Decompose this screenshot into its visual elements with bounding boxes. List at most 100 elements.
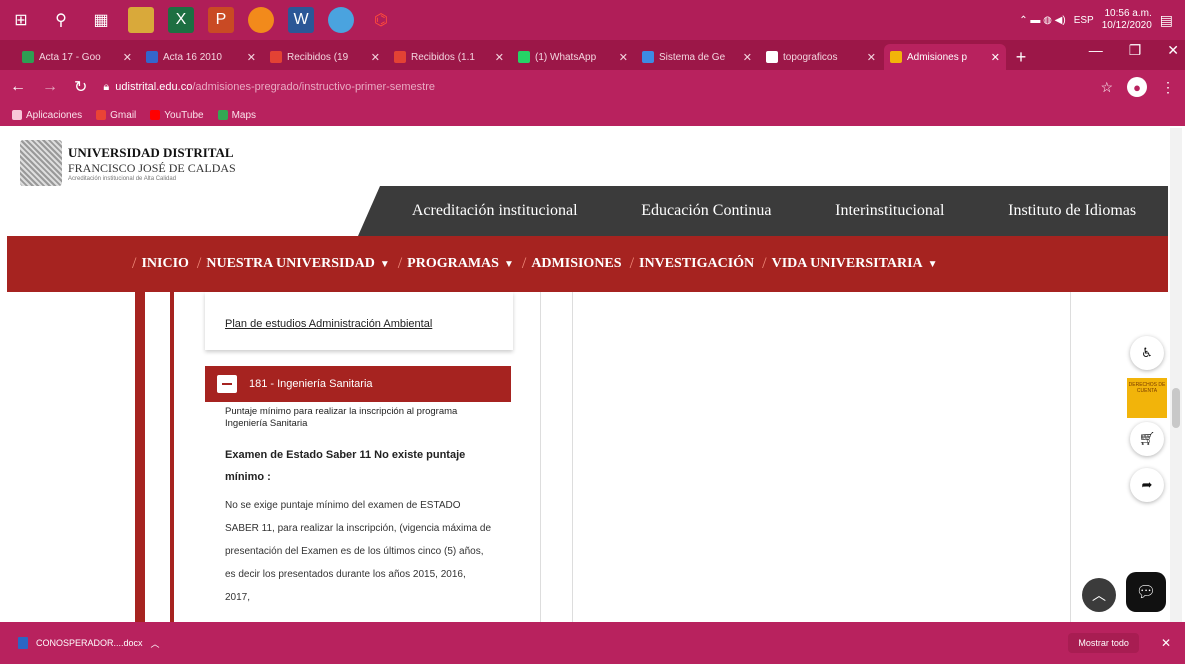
clock[interactable]: 10:56 a.m. 10/12/2020 [1102, 8, 1152, 32]
accordion-title: 181 - Ingeniería Sanitaria [249, 378, 373, 390]
browser-tab[interactable]: (1) WhatsApp ✕ [512, 44, 634, 70]
tab-close-icon[interactable]: ✕ [123, 51, 132, 64]
tray-icons[interactable]: ⌃ ▬ ◍ ◀) [1019, 15, 1065, 26]
tab-favicon-icon [890, 51, 902, 63]
bookmark-icon [96, 110, 107, 120]
tab-close-icon[interactable]: ✕ [495, 51, 504, 64]
bookmark-item[interactable]: Gmail [96, 110, 136, 121]
tab-close-icon[interactable]: ✕ [991, 51, 1000, 64]
browser-tab[interactable]: topograficos ✕ [760, 44, 882, 70]
logo-line-3: Acreditación institucional de Alta Calid… [68, 175, 177, 182]
search-icon[interactable]: ⚲ [48, 7, 74, 33]
mainnav-label: INICIO [141, 256, 189, 271]
browser-tab[interactable]: Recibidos (19 ✕ [264, 44, 386, 70]
accordion-text: No se exige puntaje mínimo del examen de… [225, 500, 492, 603]
nav-separator: / [521, 255, 527, 272]
nav-separator: / [397, 255, 403, 272]
study-plan-link[interactable]: Plan de estudios Administración Ambienta… [225, 318, 432, 330]
browser-tab[interactable]: Sistema de Ge ✕ [636, 44, 758, 70]
logo-line-2: FRANCISCO JOSÉ DE CALDAS [68, 160, 236, 175]
scrollbar-thumb[interactable] [1172, 388, 1180, 428]
caret-down-icon: ▼ [379, 258, 390, 270]
cart-icon[interactable]: 🛒︎ [1130, 422, 1164, 456]
tab-close-icon[interactable]: ✕ [743, 51, 752, 64]
windows-start-icon[interactable]: ⊞ [8, 7, 34, 33]
browser-tab[interactable]: Recibidos (1.1 ✕ [388, 44, 510, 70]
collapse-icon[interactable] [217, 375, 237, 393]
scroll-up-icon[interactable]: ︿ [1082, 578, 1116, 612]
topnav-link[interactable]: Acreditación institucional [412, 202, 578, 220]
minimize-icon[interactable]: — [1089, 42, 1103, 59]
powerpoint-icon[interactable]: P [208, 7, 234, 33]
notification-icon[interactable]: ▤ [1160, 12, 1173, 29]
mainnav-label: INVESTIGACIÓN [639, 256, 755, 271]
share-icon[interactable]: ➦ [1130, 468, 1164, 502]
column-divider [540, 292, 541, 622]
back-icon[interactable]: ← [10, 78, 26, 96]
tab-close-icon[interactable]: ✕ [247, 51, 256, 64]
bookmark-icon [12, 110, 22, 120]
browser-tab[interactable]: Admisiones p ✕ [884, 44, 1006, 70]
browser-tab[interactable]: Acta 16 2010 ✕ [140, 44, 262, 70]
accessibility-icon[interactable]: ♿︎ [1130, 336, 1164, 370]
timeline-bar [135, 292, 145, 622]
mainnav-item[interactable]: / INVESTIGACIÓN [630, 255, 755, 273]
word-icon[interactable]: W [288, 7, 314, 33]
mainnav-item[interactable]: / VIDA UNIVERSITARIA ▼ [762, 255, 937, 273]
close-download-bar-icon[interactable]: ✕ [1161, 636, 1171, 650]
mainnav-item[interactable]: / ADMISIONES [522, 255, 622, 273]
topnav-link[interactable]: Educación Continua [641, 202, 771, 220]
forward-icon[interactable]: → [42, 78, 58, 96]
university-logo[interactable]: UNIVERSIDAD DISTRITAL FRANCISCO JOSÉ DE … [20, 140, 236, 186]
mainnav-label: ADMISIONES [531, 256, 622, 271]
bookmark-label: YouTube [164, 109, 204, 121]
bookmark-label: Gmail [110, 109, 137, 121]
web-page: UNIVERSIDAD DISTRITAL FRANCISCO JOSÉ DE … [0, 126, 1185, 622]
chevron-up-icon[interactable]: ︿ [151, 637, 160, 650]
new-tab-button[interactable]: + [1008, 44, 1034, 70]
topnav-link[interactable]: Interinstitucional [835, 202, 944, 220]
mainnav-item[interactable]: / INICIO [132, 255, 189, 273]
chrome-icon[interactable] [328, 7, 354, 33]
show-all-button[interactable]: Mostrar todo [1068, 633, 1139, 653]
firefox-icon[interactable] [248, 7, 274, 33]
mainnav-item[interactable]: / PROGRAMAS ▼ [398, 255, 514, 273]
profile-avatar[interactable]: ● [1127, 77, 1147, 97]
bookmark-item[interactable]: Maps [217, 109, 257, 121]
tab-close-icon[interactable]: ✕ [619, 51, 628, 64]
bookmark-star-icon[interactable]: ☆ [1100, 79, 1113, 96]
bookmark-item[interactable]: YouTube [150, 109, 204, 121]
accordion-body: Puntaje mínimo para realizar la inscripc… [205, 402, 511, 622]
lock-icon: 🔒︎ [103, 80, 110, 93]
browser-tab[interactable]: Acta 17 - Goo ✕ [16, 44, 138, 70]
accordion-intro: Puntaje mínimo para realizar la inscripc… [225, 406, 458, 429]
menu-icon[interactable]: ⋮ [1161, 79, 1175, 96]
topnav-link[interactable]: Instituto de Idiomas [1008, 202, 1136, 220]
chat-icon[interactable]: 💬︎ [1126, 572, 1166, 612]
task-view-icon[interactable]: ▦ [88, 7, 114, 33]
reload-icon[interactable]: ↻ [74, 77, 87, 97]
mainnav-item[interactable]: / NUESTRA UNIVERSIDAD ▼ [197, 255, 390, 273]
promo-badge[interactable]: DERECHOS DE CUENTA [1127, 378, 1167, 418]
file-explorer-icon[interactable] [128, 7, 154, 33]
tab-title: Admisiones p [907, 51, 968, 63]
url-bar[interactable]: 🔒︎ udistrital.edu.co/admisiones-pregrado… [103, 81, 1084, 94]
tab-favicon-icon [270, 51, 282, 63]
accordion-header[interactable]: 181 - Ingeniería Sanitaria [205, 366, 511, 402]
excel-icon[interactable]: X [168, 7, 194, 33]
bookmark-item[interactable]: Aplicaciones [12, 110, 82, 121]
download-filename: CONOSPERADOR....docx [36, 638, 143, 648]
download-item[interactable]: CONOSPERADOR....docx ︿ [18, 637, 160, 650]
bookmark-label: Maps [231, 109, 257, 121]
close-window-icon[interactable]: ✕ [1167, 42, 1179, 59]
page-scrollbar[interactable] [1170, 128, 1182, 622]
top-navigation: Acreditación institucional Educación Cont… [358, 186, 1168, 236]
tab-favicon-icon [394, 51, 406, 63]
tab-close-icon[interactable]: ✕ [867, 51, 876, 64]
acrobat-icon[interactable]: ⌬ [368, 7, 394, 33]
maximize-icon[interactable]: ❐ [1129, 42, 1142, 59]
tab-close-icon[interactable]: ✕ [371, 51, 380, 64]
nav-separator: / [629, 255, 635, 272]
language-indicator[interactable]: ESP [1074, 15, 1094, 26]
download-bar: CONOSPERADOR....docx ︿ Mostrar todo ✕ [0, 622, 1185, 664]
